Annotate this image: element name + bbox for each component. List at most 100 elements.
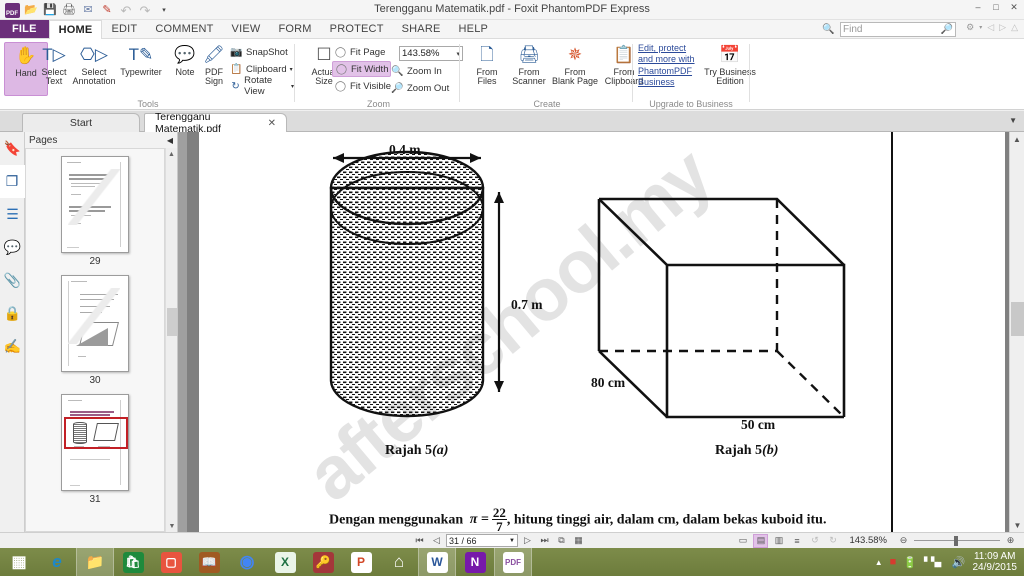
settings-gear-icon[interactable]: ⚙ [966,22,974,33]
search-icon[interactable]: 🔎 [941,24,953,35]
tab-terengganu-matematik-pdf[interactable]: Terengganu Matematik.pdf ✕ [144,111,287,135]
tab-start[interactable]: Start [22,113,140,132]
rotate-left-button[interactable]: ↺ [807,534,822,548]
ribbon-tab-file[interactable]: FILE [0,20,49,38]
reader-button[interactable]: 📖 [190,548,228,576]
page-thumbnail[interactable] [61,156,129,253]
layers-icon[interactable]: ☰ [0,198,25,231]
continuous-view-button[interactable]: ▤ [753,533,769,548]
pages-icon[interactable]: ❐ [0,165,25,198]
clipboard-dropdown-icon[interactable]: ▾ [290,66,293,73]
photos-button[interactable]: ▢ [152,548,190,576]
nav-forward-icon[interactable]: ▷ [999,22,1006,33]
scroll-down-icon[interactable]: ▼ [166,520,178,532]
upgrade-link[interactable]: Edit, protect and more with PhantomPDF B… [638,43,696,88]
pages-panel-scrollbar[interactable]: ▲ ▼ [165,148,177,532]
zoom-level-combobox[interactable]: 143.58% ▾ [399,46,463,61]
document-scrollbar[interactable]: ▲ ▼ [1009,132,1024,532]
ribbon-tab-comment[interactable]: COMMENT [146,20,222,38]
reader-icon: 📖 [198,551,220,573]
ribbon-tab-form[interactable]: FORM [269,20,320,38]
ribbon-tab-home[interactable]: HOME [48,20,103,39]
first-page-button[interactable]: ⏮ [412,534,427,548]
scroll-up-icon[interactable]: ▲ [1010,132,1024,146]
rotate-view-button[interactable]: ↻ Rotate View ▾ [228,75,296,97]
snapshot-button[interactable]: 📷 SnapShot [228,44,290,60]
select-annotation-button[interactable]: ⎔▷ Select Annotation [68,42,120,96]
typewriter-button[interactable]: T✎ Typewriter [117,42,165,96]
maximize-button[interactable]: □ [990,2,1002,13]
search-scope-icon[interactable]: 🔍 [821,22,836,37]
page-thumbnail[interactable] [61,275,129,372]
last-page-button[interactable]: ⏭ [537,534,552,548]
internet-explorer-button[interactable]: e [38,548,76,576]
settings-dropdown-icon[interactable]: ▾ [979,24,982,31]
zoom-in-button[interactable]: 🔍 Zoom In [389,63,444,79]
volume-icon[interactable]: 🔊 [952,556,966,569]
show-hidden-icons-icon[interactable]: ▲ [875,558,883,567]
chevron-down-icon[interactable]: ▼ [509,538,515,544]
facing-view-button[interactable]: ▥ [771,534,786,548]
store-button[interactable]: 🛍 [114,548,152,576]
chrome-button[interactable]: ◉ [228,548,266,576]
page-thumbnail-list[interactable]: 29 30 31 [25,148,165,532]
excel-button[interactable]: X [266,548,304,576]
bookmarks-icon[interactable]: 🔖 [0,132,25,165]
single-page-view-button[interactable]: ▭ [735,534,750,548]
zoom-in-button[interactable]: ⊕ [1003,534,1018,548]
page-number-input[interactable]: 31 / 66 ▼ [446,534,518,547]
create-from-files-button[interactable]: 🗋 From Files [465,42,509,96]
close-button[interactable]: ✕ [1008,2,1020,13]
comments-icon[interactable]: 💬 [0,231,25,264]
create-from-blank-page-button[interactable]: ✵ From Blank Page [549,42,601,96]
nav-back-icon[interactable]: ◁ [987,22,994,33]
signatures-icon[interactable]: ✍ [0,330,25,363]
search-input[interactable]: Find 🔎 [840,22,956,37]
battery-icon[interactable]: 🔋 [903,556,917,569]
scrollbar-thumb[interactable] [1011,302,1024,336]
onenote-button[interactable]: N [456,548,494,576]
attachments-icon[interactable]: 📎 [0,264,25,297]
zoom-slider-knob[interactable] [954,535,958,546]
collapse-panel-icon[interactable]: ◀ [167,136,173,145]
fit-page-button[interactable]: ◯ Fit Page [332,44,387,60]
taskbar-clock[interactable]: 11:09 AM 24/9/2015 [973,551,1018,574]
scrollbar-thumb[interactable] [167,308,177,336]
foxit-pdf-button[interactable]: PDF [494,548,532,576]
zoom-slider[interactable] [914,535,1000,547]
word-button[interactable]: W [418,548,456,576]
zoom-out-button[interactable]: ⊖ [896,534,911,548]
start-button[interactable]: ▦ [0,548,38,576]
document-view[interactable]: afterschool.my 0.4 m 0.7 m Rajah 5(a) 80… [187,132,1024,532]
ribbon-tab-edit[interactable]: EDIT [102,20,146,38]
file-explorer-button[interactable]: 📁 [76,548,114,576]
zoom-out-button[interactable]: 🔎 Zoom Out [389,80,451,96]
fit-width-button[interactable]: ▦ [571,534,586,548]
ribbon-tab-help[interactable]: HELP [450,20,498,38]
scroll-up-icon[interactable]: ▲ [166,148,177,160]
create-from-scanner-button[interactable]: 🖨 From Scanner [507,42,551,96]
panel-splitter[interactable] [178,132,187,532]
access-button[interactable]: 🔑 [304,548,342,576]
security-icon[interactable]: 🔒 [0,297,25,330]
rotate-right-button[interactable]: ↻ [825,534,840,548]
collapse-ribbon-icon[interactable]: △ [1011,22,1018,33]
antivirus-icon[interactable]: ■ [890,556,897,568]
ribbon-tab-share[interactable]: SHARE [393,20,450,38]
network-icon[interactable]: ▘▚▖ [924,557,945,568]
home-button[interactable]: ⌂ [380,548,418,576]
fit-width-button[interactable]: ◯ Fit Width [332,61,392,77]
powerpoint-button[interactable]: P [342,548,380,576]
scroll-down-icon[interactable]: ▼ [1010,518,1024,532]
previous-page-button[interactable]: ◁ [429,534,444,548]
page-thumbnail[interactable] [61,394,129,491]
ribbon-tab-view[interactable]: VIEW [223,20,270,38]
fit-page-button[interactable]: ⧉ [554,534,569,548]
minimize-button[interactable]: – [972,2,984,13]
close-icon[interactable]: ✕ [268,118,276,129]
chevron-down-icon[interactable]: ▼ [1009,116,1017,125]
ribbon-tab-protect[interactable]: PROTECT [321,20,393,38]
split-view-button[interactable]: ≡ [789,534,804,548]
next-page-button[interactable]: ▷ [520,534,535,548]
fit-visible-button[interactable]: ◯ Fit Visible [332,78,393,94]
